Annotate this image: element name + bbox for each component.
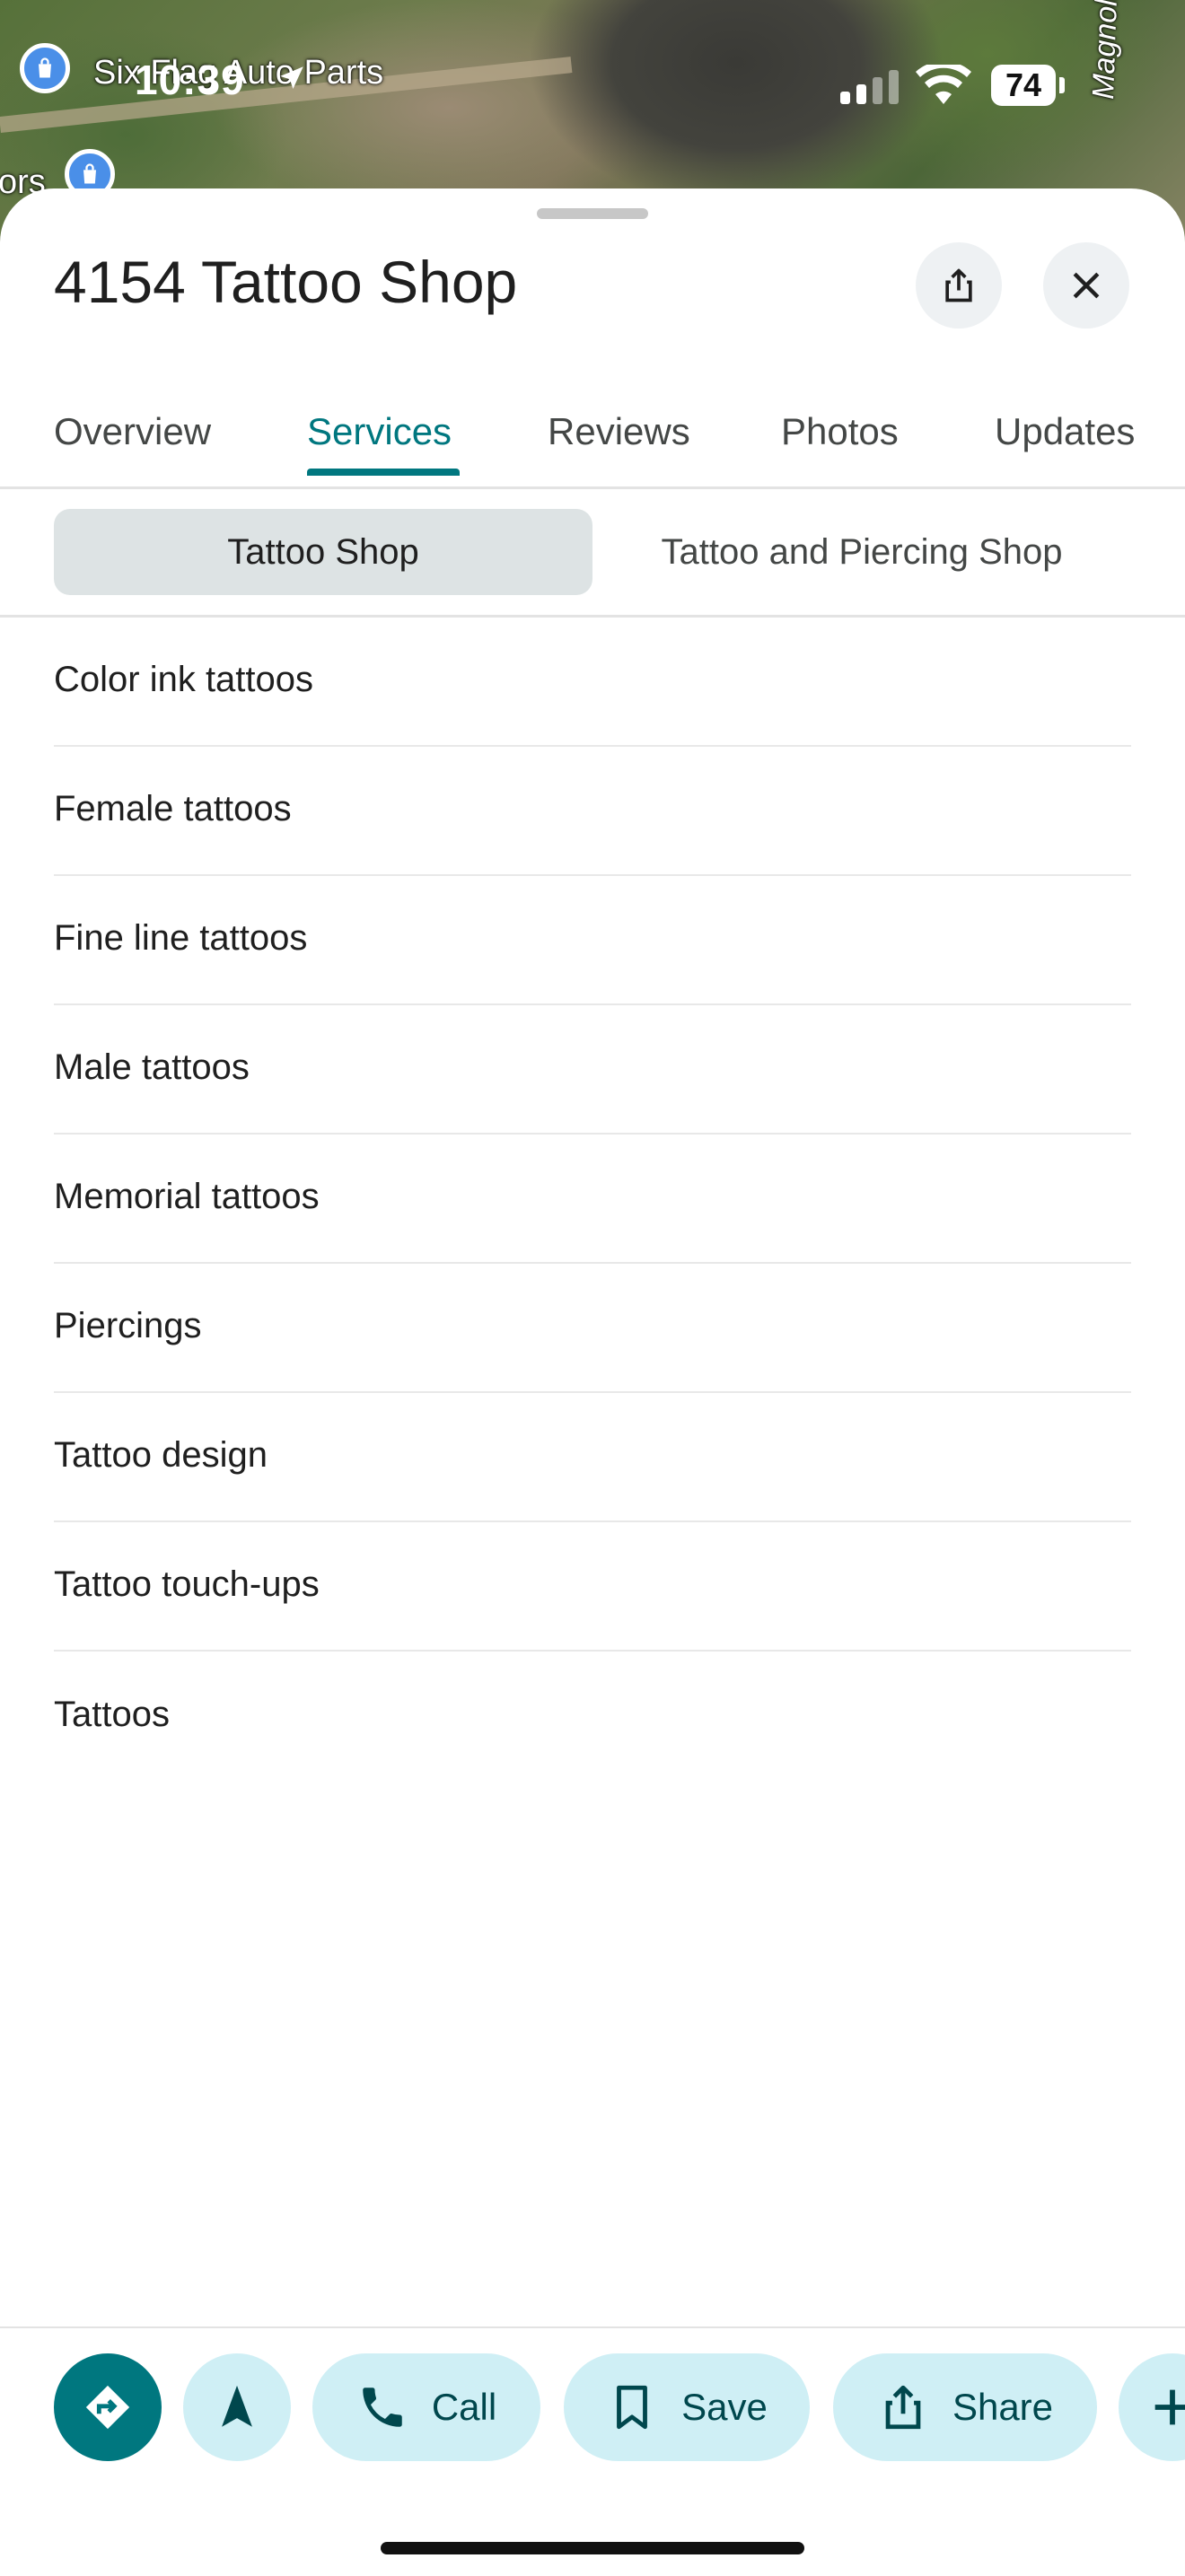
share-button[interactable]	[916, 242, 1002, 329]
service-item: Male tattoos	[54, 1005, 1131, 1135]
share-label: Share	[952, 2386, 1054, 2428]
cellular-signal-icon	[840, 70, 899, 104]
call-button[interactable]: Call	[312, 2353, 540, 2461]
location-arrow-icon	[280, 66, 303, 90]
directions-icon	[85, 2385, 130, 2430]
shopping-bag-icon	[39, 57, 51, 78]
service-item: Tattoo touch-ups	[54, 1522, 1131, 1652]
share-place-button[interactable]: Share	[833, 2353, 1097, 2461]
map-street-label: Magnolia Ln	[1086, 0, 1127, 101]
close-button[interactable]	[1043, 242, 1129, 329]
plus-icon	[1154, 2389, 1185, 2425]
category-chips: Tattoo Shop Tattoo and Piercing Shop	[0, 489, 1185, 618]
place-sheet: 4154 Tattoo Shop Overview Services Revie…	[0, 188, 1185, 2574]
service-list: Color ink tattoos Female tattoos Fine li…	[54, 618, 1131, 1781]
battery-cap	[1059, 77, 1065, 93]
phone-icon	[363, 2388, 402, 2427]
tab-overview[interactable]: Overview	[54, 377, 211, 486]
service-item: Tattoo design	[54, 1393, 1131, 1522]
bookmark-icon	[617, 2385, 648, 2430]
battery-indicator: 74	[991, 65, 1056, 106]
navigation-arrow-icon	[222, 2385, 252, 2427]
place-title: 4154 Tattoo Shop	[54, 249, 518, 315]
more-actions-button[interactable]	[1119, 2353, 1185, 2461]
wifi-icon	[916, 65, 971, 104]
share-icon	[885, 2385, 921, 2430]
active-tab-indicator	[307, 469, 460, 476]
save-label: Save	[681, 2386, 768, 2428]
shopping-bag-icon	[83, 163, 96, 184]
close-icon	[1073, 272, 1100, 299]
service-item: Female tattoos	[54, 747, 1131, 876]
tab-bar: Overview Services Reviews Photos Updates	[0, 377, 1185, 489]
call-label: Call	[431, 2386, 497, 2428]
map-pin[interactable]	[20, 43, 70, 93]
home-indicator[interactable]	[381, 2542, 804, 2554]
service-item: Tattoos	[54, 1694, 170, 1734]
service-item: Piercings	[54, 1264, 1131, 1393]
service-item: Color ink tattoos	[54, 618, 1131, 747]
save-button[interactable]: Save	[564, 2353, 810, 2461]
chip-tattoo-and-piercing-shop[interactable]: Tattoo and Piercing Shop	[618, 509, 1106, 595]
directions-button[interactable]	[54, 2353, 162, 2461]
chip-tattoo-shop[interactable]: Tattoo Shop	[54, 509, 592, 595]
sheet-grabber[interactable]	[537, 208, 648, 219]
status-time: 10:39	[135, 57, 245, 103]
service-item: Fine line tattoos	[54, 876, 1131, 1005]
service-item: Memorial tattoos	[54, 1135, 1131, 1264]
action-bar: Call Save Share	[0, 2326, 1185, 2576]
tab-updates[interactable]: Updates	[995, 377, 1135, 486]
start-navigation-button[interactable]	[183, 2353, 291, 2461]
share-icon	[945, 268, 972, 302]
tab-reviews[interactable]: Reviews	[548, 377, 690, 486]
tab-photos[interactable]: Photos	[781, 377, 899, 486]
